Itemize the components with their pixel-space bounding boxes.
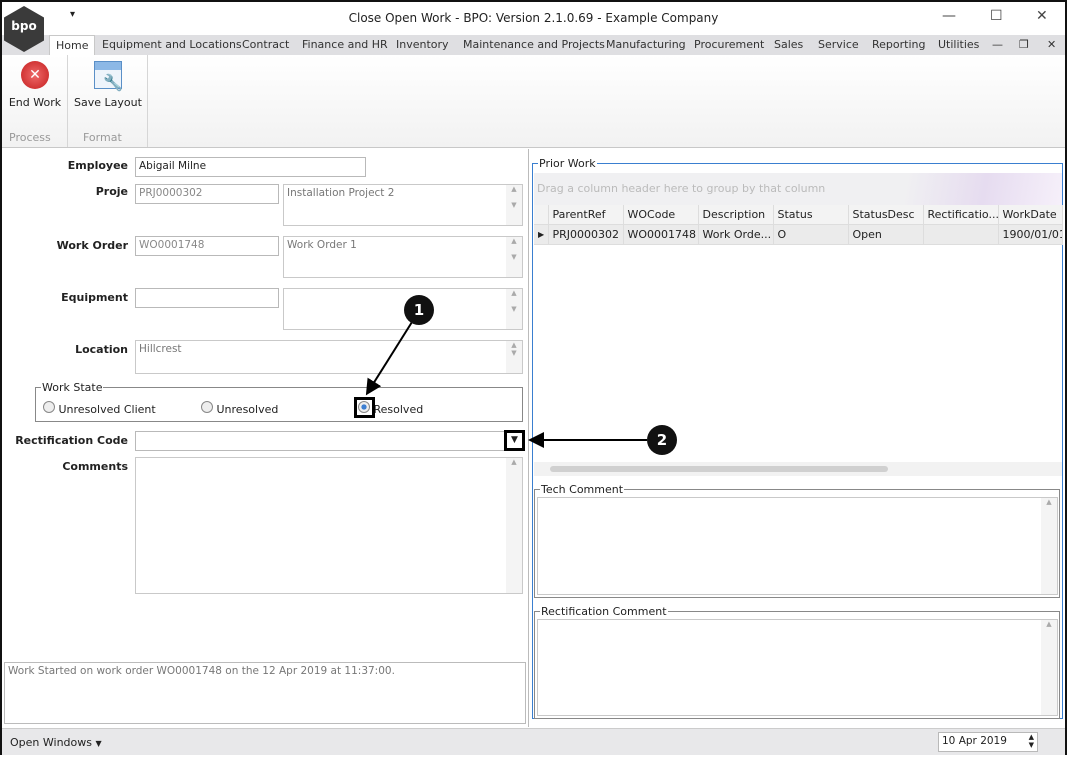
- annotation-marker-1: 1: [404, 295, 434, 325]
- status-bar: Open Windows ▼ 10 Apr 2019 ▲ ▼: [2, 728, 1065, 755]
- chevron-down-icon: ▼: [95, 739, 102, 748]
- annotation-marker-2: 2: [647, 425, 677, 455]
- annotation-arrows: [365, 321, 647, 448]
- annotation-arrow-1: [365, 321, 413, 396]
- open-windows-button[interactable]: Open Windows ▼: [10, 736, 102, 749]
- spin-icon[interactable]: ▲ ▼: [1029, 733, 1034, 749]
- date-field[interactable]: 10 Apr 2019 ▲ ▼: [938, 732, 1038, 752]
